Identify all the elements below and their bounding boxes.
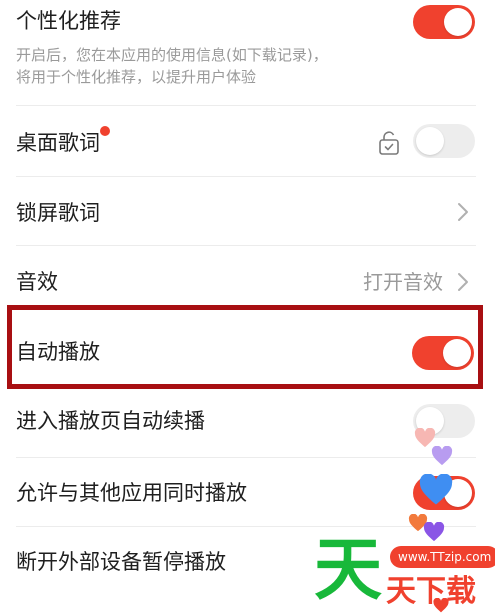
setting-title: 锁屏歌词: [16, 201, 100, 225]
unlock-icon: [379, 131, 399, 155]
heart-icon: [419, 474, 453, 505]
watermark-big-char: 天: [314, 531, 383, 610]
highlight-box: [7, 305, 483, 389]
toggle-knob: [444, 8, 472, 36]
setting-row-personalized: 个性化推荐 开启后，您在本应用的使用信息(如下载记录)， 将用于个性化推荐，以提…: [0, 0, 495, 100]
desktop-lyrics-toggle[interactable]: [413, 124, 475, 158]
chevron-right-icon: [458, 273, 468, 291]
setting-row-sound-effects[interactable]: 音效 打开音效: [0, 246, 495, 306]
personalized-toggle[interactable]: [413, 5, 475, 39]
heart-icon: [431, 446, 453, 466]
setting-description: 将用于个性化推荐，以提升用户体验: [16, 68, 257, 86]
watermark-small-text: 天下载: [386, 574, 476, 609]
setting-title: 允许与其他应用同时播放: [16, 481, 247, 505]
watermark-url-pill: www.TTzip.com: [390, 546, 495, 568]
setting-row-lockscreen-lyrics[interactable]: 锁屏歌词: [0, 177, 495, 247]
watermark-url: www.TTzip.com: [398, 550, 492, 564]
toggle-knob: [416, 127, 444, 155]
setting-title: 进入播放页自动续播: [16, 409, 205, 433]
setting-title: 桌面歌词: [16, 131, 100, 155]
setting-title: 音效: [16, 270, 58, 294]
sound-effects-value: 打开音效: [363, 270, 443, 294]
setting-title: 断开外部设备暂停播放: [16, 550, 226, 574]
setting-row-desktop-lyrics[interactable]: 桌面歌词: [0, 106, 495, 176]
notification-badge: [100, 126, 110, 136]
heart-icon: [414, 428, 436, 448]
setting-description: 开启后，您在本应用的使用信息(如下载记录)，: [16, 46, 328, 64]
chevron-right-icon: [458, 203, 468, 221]
setting-title: 个性化推荐: [16, 9, 121, 33]
watermark-logo: 天 www.TTzip.com 天下载: [314, 530, 495, 613]
